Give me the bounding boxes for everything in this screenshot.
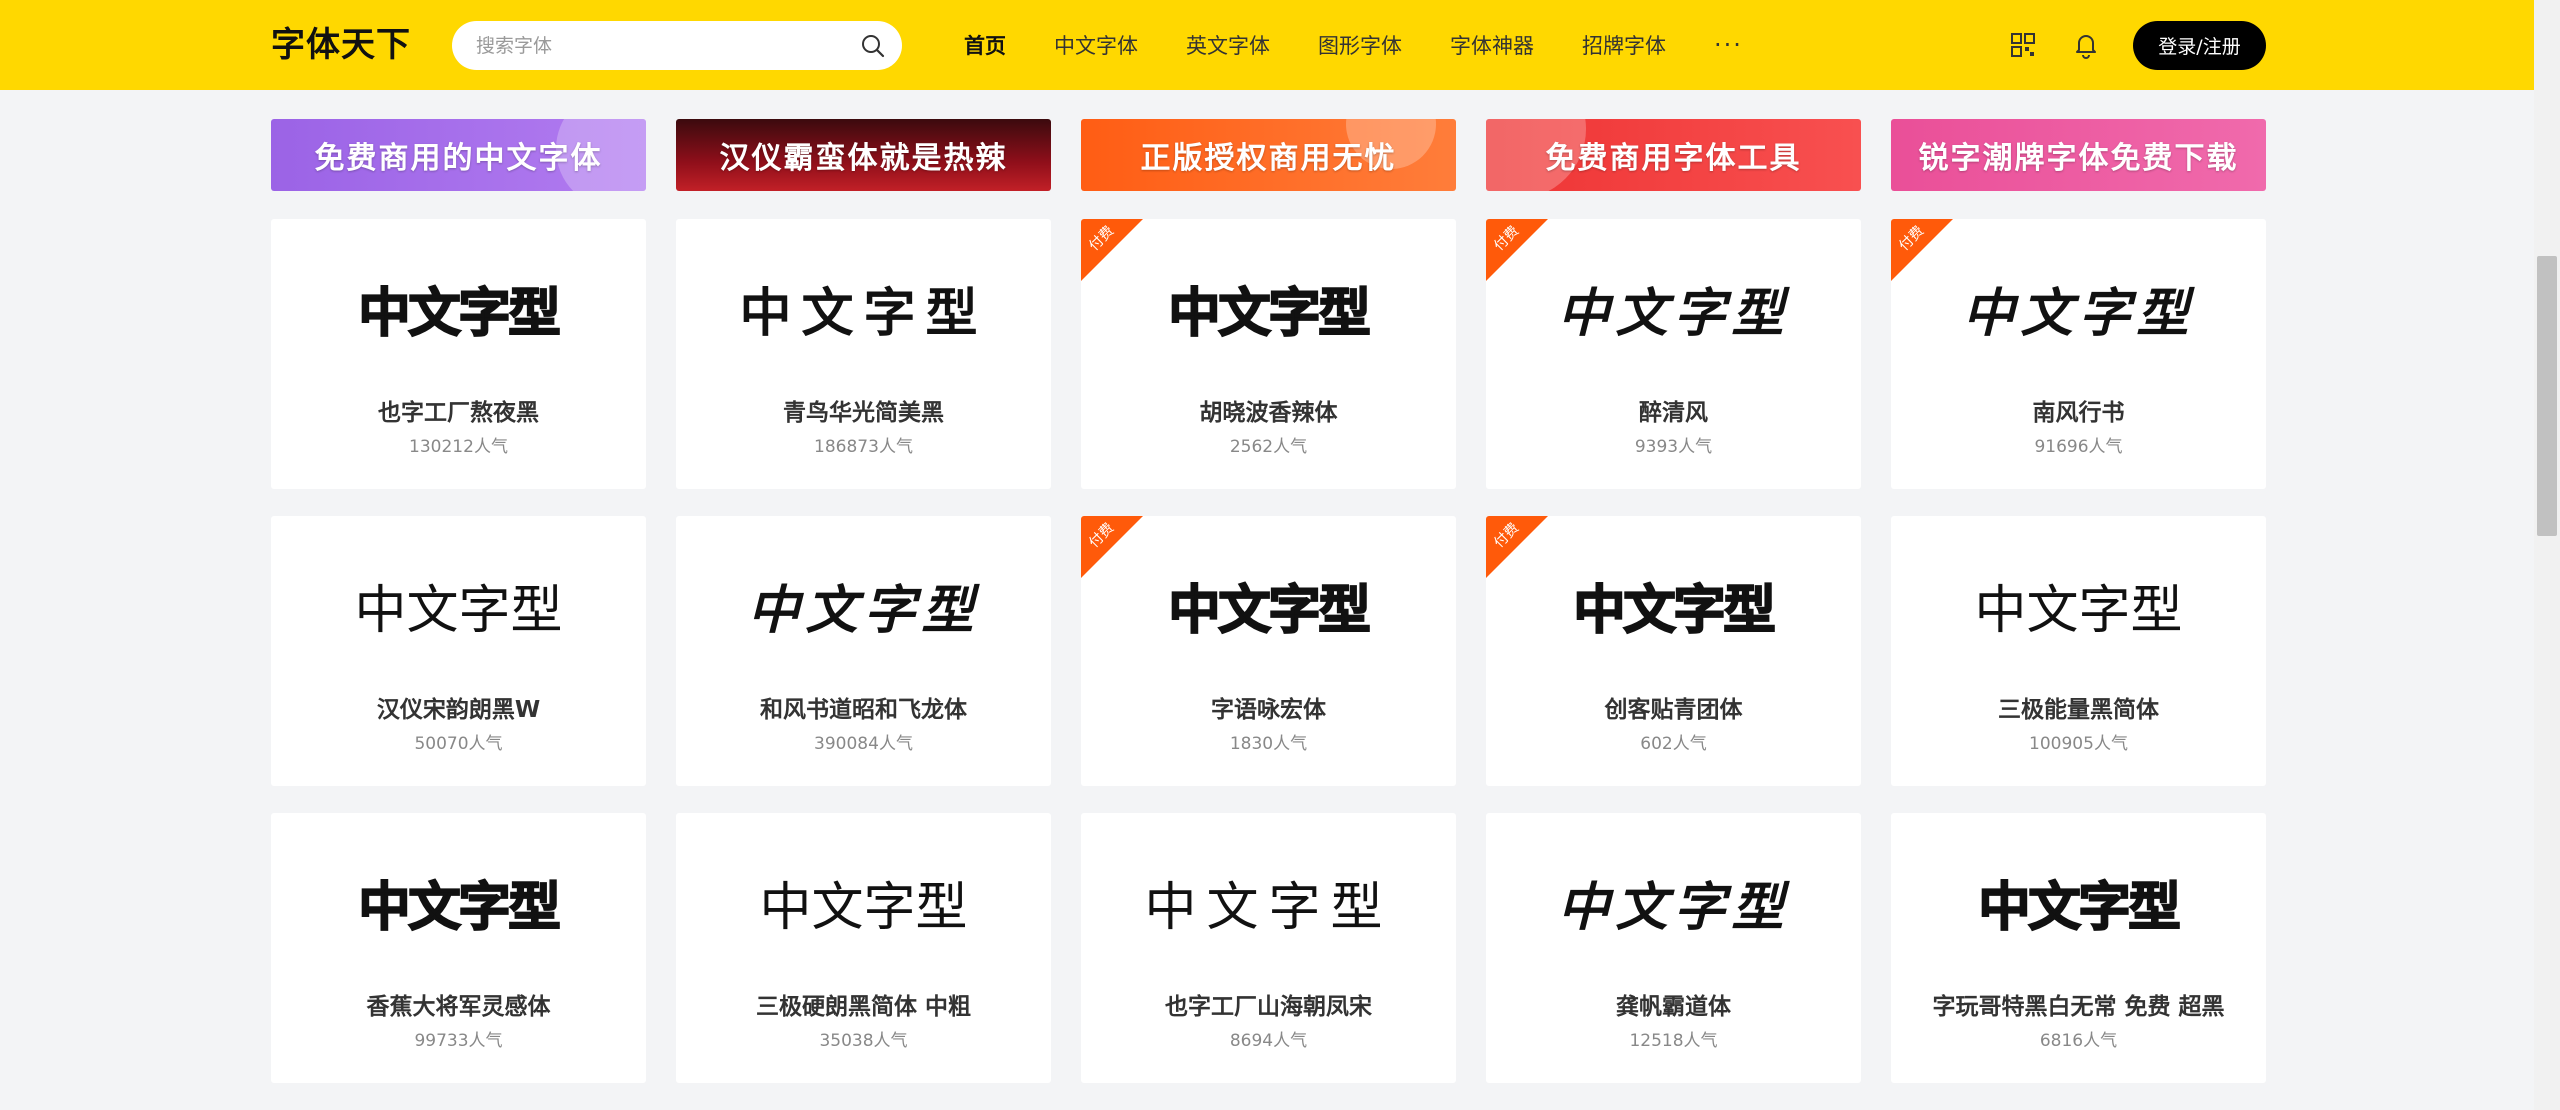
search-input[interactable] xyxy=(476,21,836,70)
font-card[interactable]: 中文字型字玩哥特黑白无常 免费 超黑 6816人气 xyxy=(1891,813,2266,1083)
banner-licensed-commercial[interactable]: 正版授权商用无忧 xyxy=(1081,119,1456,191)
font-preview-text: 中文字型 xyxy=(759,878,968,938)
font-name[interactable]: 也字工厂熬夜黑 xyxy=(271,393,646,427)
font-name[interactable]: 南风行书 xyxy=(1891,393,2266,427)
font-popularity: 91696人气 xyxy=(2034,437,2123,457)
font-popularity: 186873人气 xyxy=(814,437,913,457)
nav-home[interactable]: 首页 xyxy=(964,30,1006,60)
font-preview-text: 中文字型 xyxy=(1977,877,2181,939)
font-popularity: 130212人气 xyxy=(409,437,508,457)
font-popularity: 8694人气 xyxy=(1229,1031,1308,1051)
scrollbar-thumb[interactable] xyxy=(2537,256,2557,536)
font-preview-text: 中文字型 xyxy=(747,580,980,641)
top-navbar: 字体天下 首页 中文字体 英文字体 图形字体 字体神器 招牌字体 ··· 登录/… xyxy=(0,0,2534,90)
font-name[interactable]: 三极能量黑简体 xyxy=(1891,690,2266,724)
font-card[interactable]: 中文字型也字工厂熬夜黑 130212人气 xyxy=(271,219,646,489)
nav-signboard-fonts[interactable]: 招牌字体 xyxy=(1582,30,1666,60)
font-card[interactable]: 中文字型汉仪宋韵朗黑W 50070人气 xyxy=(271,516,646,786)
font-preview-text: 中文字型 xyxy=(1572,580,1776,642)
font-preview-text: 中文字型 xyxy=(1962,283,2195,344)
font-card[interactable]: 付费 中文字型 创客贴青团体 602人气 xyxy=(1486,516,1861,786)
site-logo[interactable]: 字体天下 xyxy=(271,22,411,68)
font-popularity: 50070人气 xyxy=(414,734,503,754)
font-card[interactable]: 中文字型香蕉大将军灵感体 99733人气 xyxy=(271,813,646,1083)
banner-free-font-tools[interactable]: 免费商用字体工具 xyxy=(1486,119,1861,191)
font-name[interactable]: 创客贴青团体 xyxy=(1486,690,1861,724)
font-card[interactable]: 付费 中文字型 醉清风 9393人气 xyxy=(1486,219,1861,489)
scrollbar-track[interactable] xyxy=(2534,0,2560,1110)
font-card[interactable]: 中文字型三极硬朗黑简体 中粗 35038人气 xyxy=(676,813,1051,1083)
font-preview-text: 中文字型 xyxy=(357,877,561,939)
nav-font-tools[interactable]: 字体神器 xyxy=(1450,30,1534,60)
search-icon[interactable] xyxy=(860,33,886,59)
qr-code-icon[interactable] xyxy=(2009,31,2037,59)
font-popularity: 2562人气 xyxy=(1229,437,1308,457)
font-name[interactable]: 和风书道昭和飞龙体 xyxy=(676,690,1051,724)
font-card[interactable]: 中文字型青鸟华光简美黑 186873人气 xyxy=(676,219,1051,489)
font-preview-text: 中文字型 xyxy=(357,283,561,345)
font-card[interactable]: 付费 中文字型 南风行书 91696人气 xyxy=(1891,219,2266,489)
notification-bell-icon[interactable] xyxy=(2072,31,2100,59)
login-register-button[interactable]: 登录/注册 xyxy=(2133,21,2266,70)
main-nav: 首页 中文字体 英文字体 图形字体 字体神器 招牌字体 ··· xyxy=(964,0,1743,90)
font-preview-text: 中文字型 xyxy=(1144,878,1393,938)
font-preview-text: 中文字型 xyxy=(354,581,563,641)
banner-text: 免费商用字体工具 xyxy=(1545,141,1802,176)
font-popularity: 390084人气 xyxy=(814,734,913,754)
font-preview-text: 中文字型 xyxy=(1557,877,1790,938)
banner-text: 免费商用的中文字体 xyxy=(314,141,603,176)
font-card[interactable]: 中文字型和风书道昭和飞龙体 390084人气 xyxy=(676,516,1051,786)
font-name[interactable]: 也字工厂山海朝凤宋 xyxy=(1081,987,1456,1021)
font-card[interactable]: 付费 中文字型 字语咏宏体 1830人气 xyxy=(1081,516,1456,786)
font-card[interactable]: 中文字型也字工厂山海朝凤宋 8694人气 xyxy=(1081,813,1456,1083)
font-name[interactable]: 醉清风 xyxy=(1486,393,1861,427)
font-name[interactable]: 青鸟华光简美黑 xyxy=(676,393,1051,427)
font-name[interactable]: 三极硬朗黑简体 中粗 xyxy=(676,987,1051,1021)
font-name[interactable]: 胡晓波香辣体 xyxy=(1081,393,1456,427)
font-popularity: 602人气 xyxy=(1640,734,1707,754)
font-popularity: 35038人气 xyxy=(819,1031,908,1051)
banner-free-commercial-chinese[interactable]: 免费商用的中文字体 xyxy=(271,119,646,191)
nav-english-fonts[interactable]: 英文字体 xyxy=(1186,30,1270,60)
font-name[interactable]: 香蕉大将军灵感体 xyxy=(271,987,646,1021)
font-preview-text: 中文字型 xyxy=(1974,581,2183,641)
font-popularity: 9393人气 xyxy=(1634,437,1713,457)
banner-text: 正版授权商用无忧 xyxy=(1140,141,1397,176)
font-preview-text: 中文字型 xyxy=(739,283,988,344)
font-preview-text: 中文字型 xyxy=(1167,283,1371,345)
nav-more-icon[interactable]: ··· xyxy=(1714,31,1743,59)
font-card[interactable]: 中文字型龚帆霸道体 12518人气 xyxy=(1486,813,1861,1083)
font-name[interactable]: 汉仪宋韵朗黑W xyxy=(271,690,646,724)
nav-graphic-fonts[interactable]: 图形字体 xyxy=(1318,30,1402,60)
font-card[interactable]: 中文字型三极能量黑简体 100905人气 xyxy=(1891,516,2266,786)
banner-hanyi-baman[interactable]: 汉仪霸蛮体就是热辣 xyxy=(676,119,1051,191)
font-popularity: 99733人气 xyxy=(414,1031,503,1051)
font-card[interactable]: 付费 中文字型 胡晓波香辣体 2562人气 xyxy=(1081,219,1456,489)
font-preview-text: 中文字型 xyxy=(1167,580,1371,642)
font-preview-text: 中文字型 xyxy=(1557,283,1790,344)
font-name[interactable]: 字语咏宏体 xyxy=(1081,690,1456,724)
banner-text: 汉仪霸蛮体就是热辣 xyxy=(719,141,1008,176)
banner-text: 锐字潮牌字体免费下载 xyxy=(1918,141,2239,176)
font-popularity: 1830人气 xyxy=(1229,734,1308,754)
font-popularity: 12518人气 xyxy=(1629,1031,1718,1051)
banner-ruizi-trendy[interactable]: 锐字潮牌字体免费下载 xyxy=(1891,119,2266,191)
font-name[interactable]: 龚帆霸道体 xyxy=(1486,987,1861,1021)
font-name[interactable]: 字玩哥特黑白无常 免费 超黑 xyxy=(1891,987,2266,1021)
font-popularity: 100905人气 xyxy=(2029,734,2128,754)
search-box xyxy=(452,21,902,70)
font-popularity: 6816人气 xyxy=(2039,1031,2118,1051)
nav-chinese-fonts[interactable]: 中文字体 xyxy=(1054,30,1138,60)
